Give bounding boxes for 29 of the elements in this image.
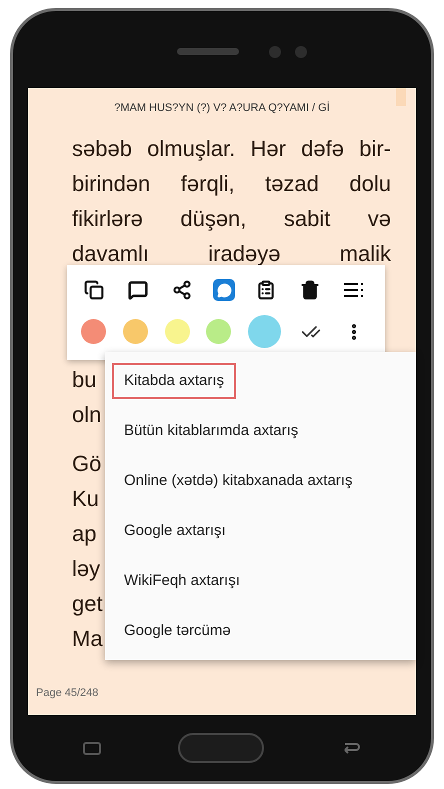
- chat-icon[interactable]: [213, 279, 235, 301]
- menu-item[interactable]: Online (xətdə) kitabxanada axtarış: [112, 462, 364, 500]
- text-line: birindən fərqli, təzad dolu: [72, 170, 391, 198]
- camera-lens: [269, 46, 281, 58]
- text-line: Ma: [72, 624, 103, 652]
- color-swatch[interactable]: [164, 319, 190, 344]
- color-swatch[interactable]: [248, 315, 282, 348]
- color-swatch[interactable]: [81, 319, 106, 344]
- text-line: oln: [72, 400, 102, 428]
- text-line: ap: [72, 520, 96, 548]
- menu-item[interactable]: Google tərcümə: [112, 612, 243, 650]
- speaker-grille: [177, 48, 239, 55]
- text-line: Ku: [72, 484, 99, 512]
- recent-apps-icon[interactable]: [83, 742, 101, 754]
- color-swatch[interactable]: [206, 319, 232, 344]
- page-indicator: Page 45/248: [35, 686, 100, 700]
- text-line: get: [72, 590, 103, 618]
- color-swatch[interactable]: [122, 319, 148, 344]
- text-line: Gö: [72, 450, 102, 478]
- menu-item[interactable]: Google axtarışı: [112, 512, 238, 550]
- menu-item[interactable]: Kitabda axtarış: [112, 362, 236, 400]
- text-line: ləy: [72, 554, 100, 583]
- running-header: ?MAM HUS?YN (?) V? A?URA Q?YAMI / Gİ: [113, 100, 331, 116]
- text-line: davamlı iradəyə malik: [72, 240, 391, 268]
- text-line: səbəb olmuşlar. Hər dəfə bir-: [72, 134, 391, 163]
- text-line: bu: [72, 366, 96, 394]
- menu-item[interactable]: WikiFeqh axtarışı: [112, 562, 252, 600]
- menu-item[interactable]: Bütün kitablarımda axtarış: [112, 412, 310, 450]
- text-line: fikirlərə düşən, sabit və: [72, 204, 391, 233]
